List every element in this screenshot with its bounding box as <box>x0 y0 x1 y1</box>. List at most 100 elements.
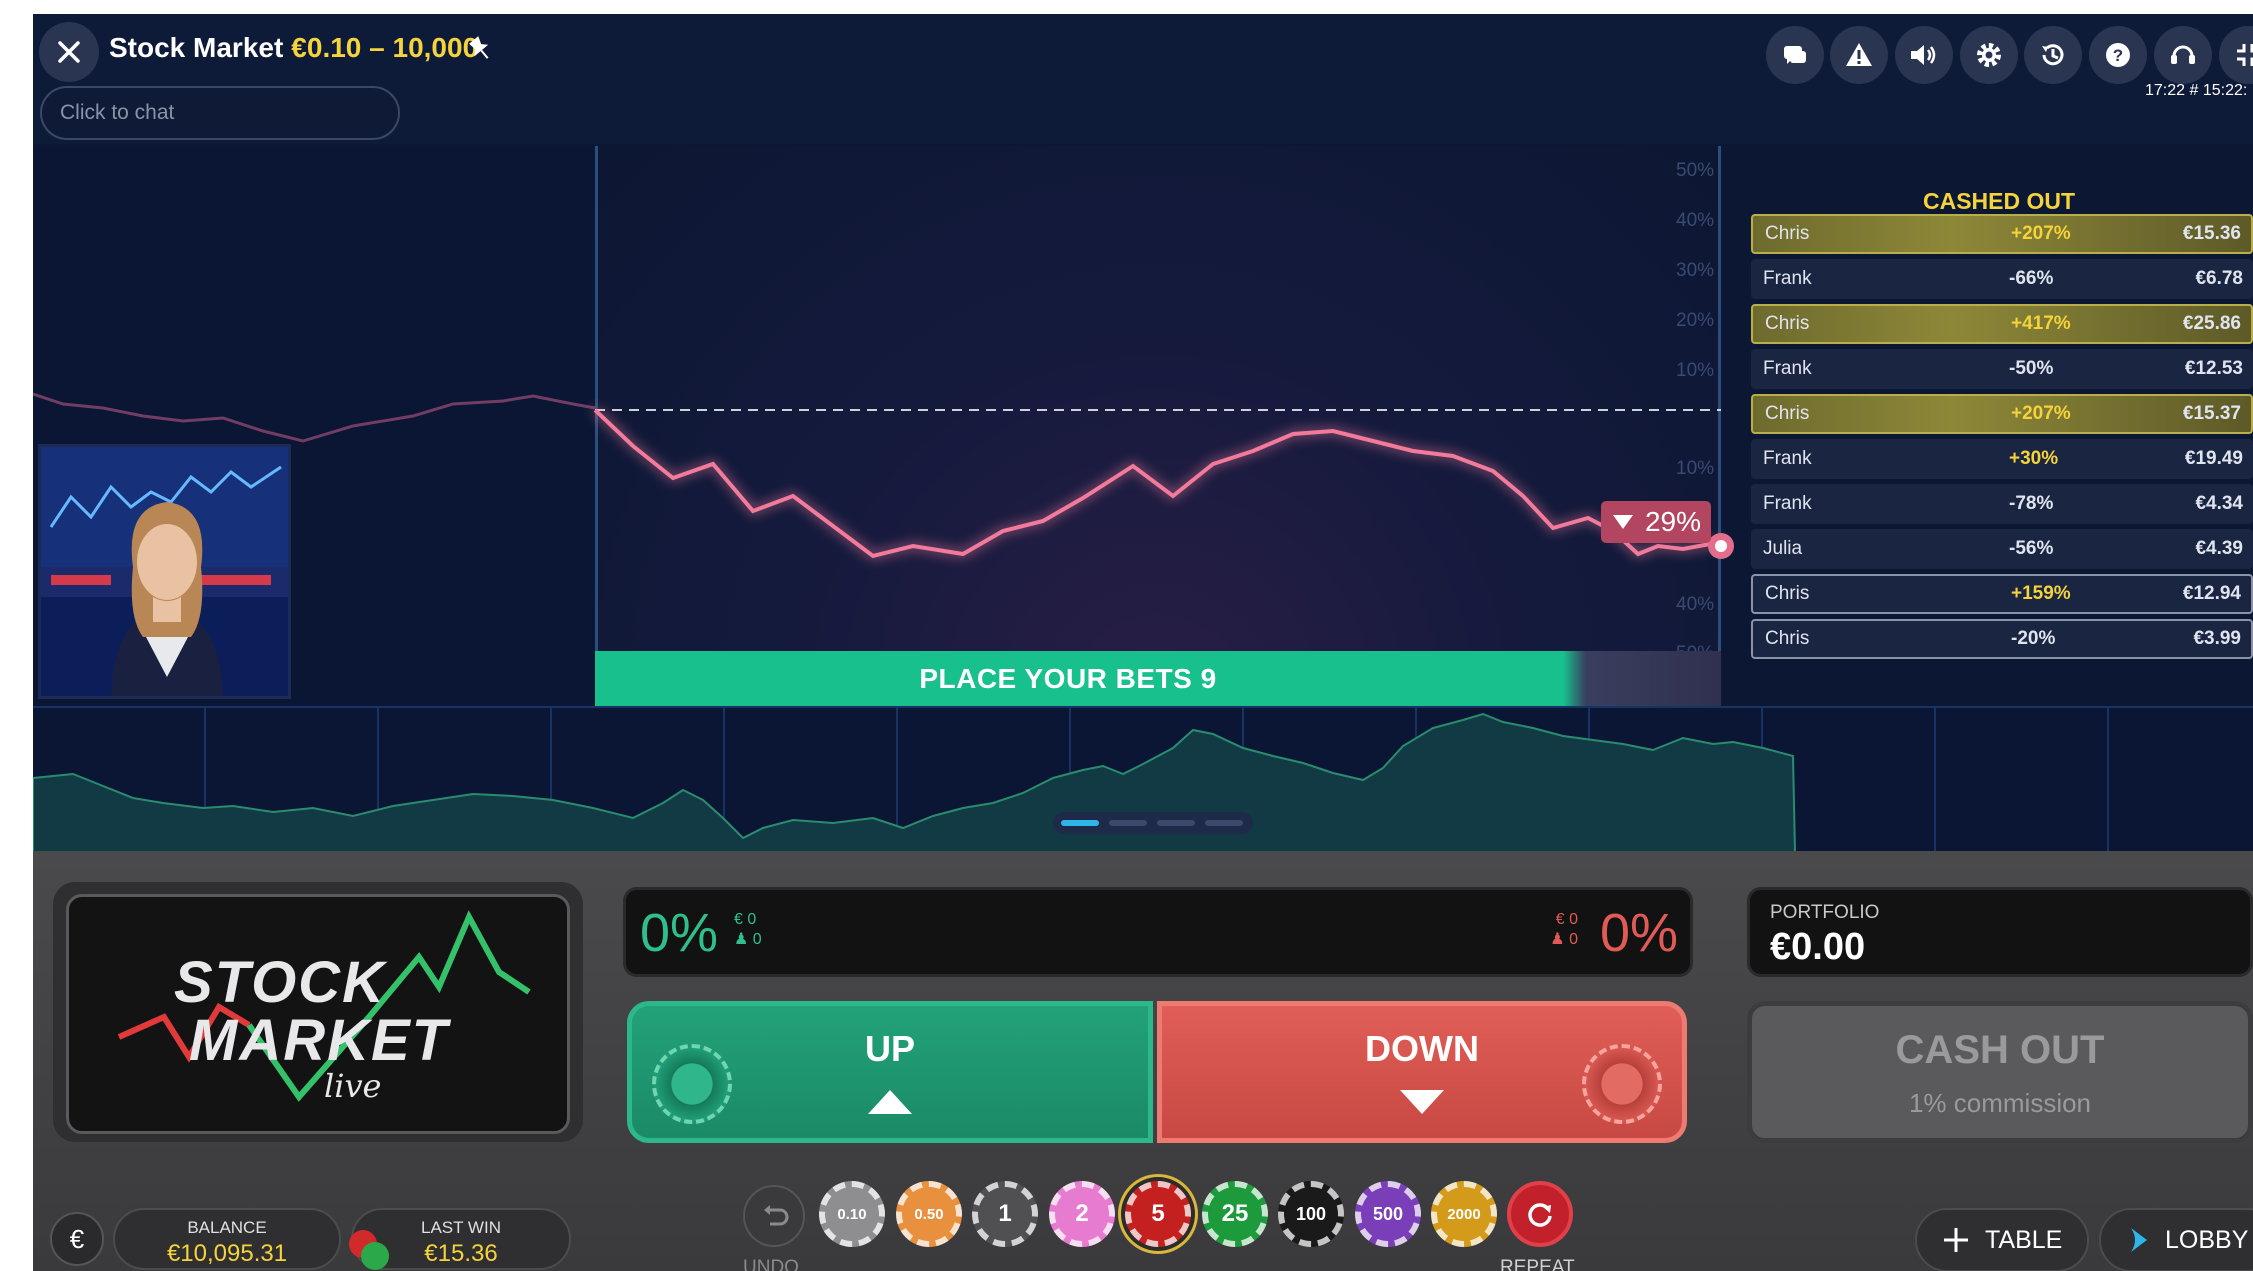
undo-label: UNDO <box>743 1257 799 1271</box>
bet-limits: €0.10 – 10,000 <box>291 32 479 63</box>
portfolio-label: PORTFOLIO <box>1770 902 1880 923</box>
cashed-out-row: Chris -20% €3.99 <box>1751 619 2253 659</box>
betting-controls: STOCK MARKET live 0% € 0 ♟ 0 € 0 ♟ 0 0% … <box>33 851 2253 1271</box>
lobby-icon <box>2131 1228 2147 1252</box>
player-percent: -20% <box>2011 628 2056 649</box>
player-amount: €6.78 <box>2195 268 2243 289</box>
balance-value: €10,095.31 <box>166 1240 288 1267</box>
history-area <box>33 712 1797 854</box>
chip-100[interactable]: 100 <box>1278 1181 1344 1247</box>
pager-dot[interactable] <box>1109 820 1147 826</box>
chip-2[interactable]: 2 <box>1049 1181 1115 1247</box>
chip-value: 5 <box>1151 1200 1165 1227</box>
chip-1[interactable]: 1 <box>972 1181 1038 1247</box>
table-button[interactable]: TABLE <box>1915 1208 2089 1271</box>
volume-icon <box>1911 45 1936 65</box>
axis-label-up-10: 10% <box>1676 360 1715 381</box>
cash-out-button[interactable]: CASH OUT 1% commission <box>1747 1001 2253 1143</box>
history-button[interactable] <box>2024 26 2082 84</box>
player-amount: €15.36 <box>2182 223 2241 244</box>
cash-out-label: CASH OUT <box>1895 1028 2105 1072</box>
chart-area: 50% 40% 30% 20% 10% 10% 0% 40% 50% 29% <box>33 146 2253 706</box>
help-icon: ? <box>2106 43 2130 67</box>
undo-icon <box>764 1205 789 1226</box>
axis-label-down-10: 10% <box>1676 458 1715 479</box>
chip-value: 500 <box>1372 1203 1404 1224</box>
time-readout: 17:22 # 15:22: <box>2145 82 2248 99</box>
live-price-line <box>593 408 1722 559</box>
axis-label-up-30: 30% <box>1676 260 1715 281</box>
chip-5[interactable]: 5 <box>1125 1181 1191 1247</box>
repeat-icon <box>1528 1203 1552 1227</box>
history-pager[interactable] <box>1053 812 1253 834</box>
chip-slot-icon <box>1582 1044 1662 1124</box>
close-button[interactable] <box>39 22 99 82</box>
chip-value: 25 <box>1221 1200 1249 1227</box>
cashed-out-row: Frank -78% €4.34 <box>1751 484 2253 524</box>
repeat-button[interactable] <box>1507 1181 1573 1247</box>
player-name: Frank <box>1763 493 1812 514</box>
player-name: Chris <box>1765 223 1810 244</box>
player-amount: €25.86 <box>2182 313 2241 334</box>
player-name: Frank <box>1763 268 1812 289</box>
up-players: 0 <box>752 931 762 948</box>
chip-500[interactable]: 500 <box>1355 1181 1421 1247</box>
pager-dot[interactable] <box>1157 820 1195 826</box>
currency-button[interactable]: € <box>50 1212 104 1266</box>
cashed-out-row: Frank -50% €12.53 <box>1751 349 2253 389</box>
settings-button[interactable] <box>1960 26 2018 84</box>
volume-button[interactable] <box>1895 26 1953 84</box>
bet-up-button[interactable]: UP <box>627 1001 1153 1143</box>
chip-0-50[interactable]: 0.50 <box>896 1181 962 1247</box>
cashed-out-row: Frank -66% €6.78 <box>1751 259 2253 299</box>
help-button[interactable]: ? <box>2089 26 2147 84</box>
pin-icon[interactable] <box>465 34 495 69</box>
fullscreen-button[interactable] <box>2219 26 2253 84</box>
repeat-label: REPEAT <box>1500 1257 1575 1271</box>
lobby-button[interactable]: LOBBY <box>2099 1208 2253 1271</box>
chat-input[interactable]: Click to chat <box>40 86 400 140</box>
chip-value: 2 <box>1075 1200 1089 1227</box>
bet-down-button[interactable]: DOWN <box>1157 1001 1687 1143</box>
player-amount: €12.53 <box>2184 358 2243 379</box>
undo-button[interactable] <box>743 1185 805 1247</box>
player-name: Chris <box>1765 628 1810 649</box>
chat-button[interactable] <box>1766 26 1824 84</box>
place-bets-banner: PLACE YOUR BETS 9 <box>595 651 1721 706</box>
pager-dot-active[interactable] <box>1061 820 1099 826</box>
player-amount: €19.49 <box>2184 448 2243 469</box>
top-bar: Stock Market €0.10 – 10,000 Click to chat… <box>33 14 2253 144</box>
pager-dot[interactable] <box>1205 820 1243 826</box>
chat-icon <box>1784 46 1806 64</box>
alert-button[interactable] <box>1830 26 1888 84</box>
chip-25[interactable]: 25 <box>1202 1181 1268 1247</box>
chip-value: 0.50 <box>914 1205 944 1223</box>
bet-stats-bar: 0% € 0 ♟ 0 € 0 ♟ 0 0% <box>623 887 1693 977</box>
chips-stack-icon <box>349 1230 389 1270</box>
player-percent: +207% <box>2011 223 2071 244</box>
alert-icon <box>1846 43 1872 66</box>
player-name: Julia <box>1763 538 1803 559</box>
axis-label-up-20: 20% <box>1676 310 1715 331</box>
axis-label-up-40: 40% <box>1676 210 1715 231</box>
up-amount: € 0 <box>734 911 757 928</box>
cashed-out-row: Chris +159% €12.94 <box>1751 574 2253 614</box>
price-chart <box>33 392 1734 559</box>
support-button[interactable] <box>2154 26 2212 84</box>
up-players-row: ♟ 0 <box>734 930 762 950</box>
chip-2000[interactable]: 2000 <box>1431 1181 1497 1247</box>
game-title: Stock Market €0.10 – 10,000 <box>109 32 478 64</box>
player-percent: +30% <box>2009 448 2059 469</box>
down-players-row: ♟ 0 <box>1550 930 1578 950</box>
presenter-video[interactable] <box>38 444 291 699</box>
game-name: Stock Market <box>109 32 284 63</box>
price-change-value: 29% <box>1644 506 1702 537</box>
chip-value: 100 <box>1295 1203 1327 1224</box>
player-amount: €4.39 <box>2195 538 2243 559</box>
logo-line-1: STOCK <box>174 950 386 1015</box>
svg-text:?: ? <box>2113 46 2123 65</box>
down-stats: € 0 ♟ 0 <box>1550 910 1578 950</box>
chip-0-10[interactable]: 0.10 <box>819 1181 885 1247</box>
cashed-out-row: Frank +30% €19.49 <box>1751 439 2253 479</box>
chip-value: 1 <box>998 1200 1012 1227</box>
